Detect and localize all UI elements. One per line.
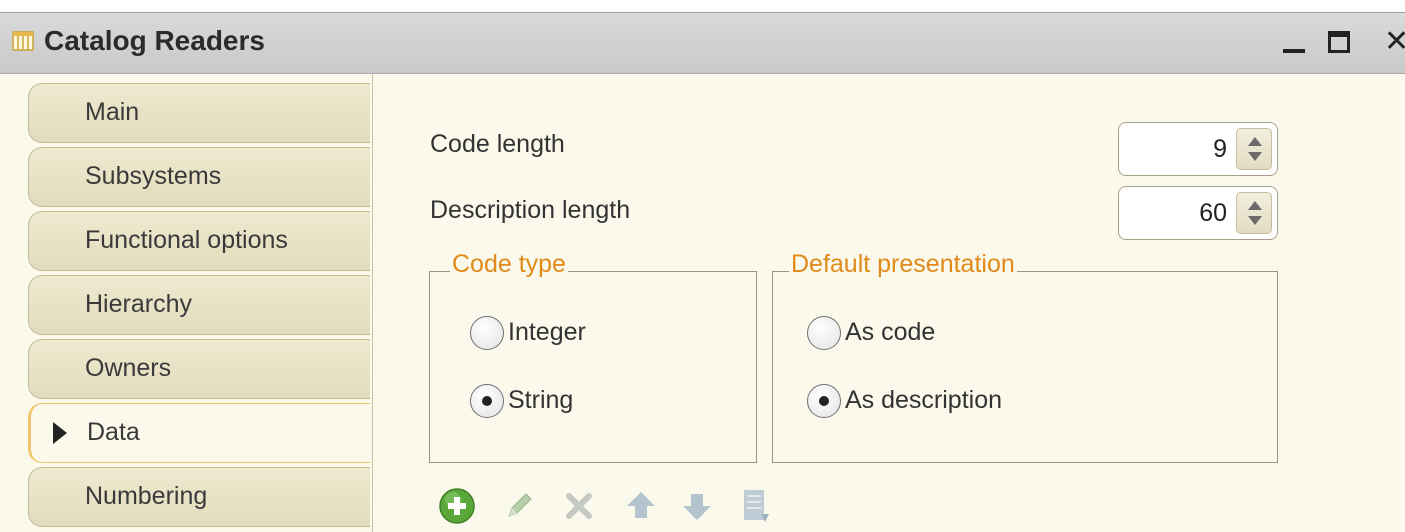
stepper-down-icon[interactable] xyxy=(1248,152,1262,161)
description-length-value: 60 xyxy=(1199,199,1227,227)
window-title: Catalog Readers xyxy=(44,25,265,56)
radio-label: As description xyxy=(845,386,1003,414)
description-length-label: Description length xyxy=(430,196,631,224)
window-content: Main Subsystems Functional options Hiera… xyxy=(0,74,1405,532)
tab-label: Subsystems xyxy=(85,162,222,190)
tab-functional-options[interactable]: Functional options xyxy=(28,211,370,271)
minimize-icon xyxy=(1283,49,1305,53)
radio-button[interactable] xyxy=(470,384,504,418)
tab-hierarchy[interactable]: Hierarchy xyxy=(28,275,370,335)
delete-icon[interactable] xyxy=(559,486,599,526)
radio-string[interactable]: String xyxy=(470,382,730,422)
edit-icon[interactable] xyxy=(499,486,539,526)
stepper-down-icon[interactable] xyxy=(1248,216,1262,225)
radio-button[interactable] xyxy=(807,384,841,418)
tab-label: Owners xyxy=(85,354,172,382)
radio-as-description[interactable]: As description xyxy=(807,382,1207,422)
radio-label: As code xyxy=(845,318,936,346)
minimize-button[interactable] xyxy=(1283,27,1307,57)
move-down-icon[interactable] xyxy=(677,486,717,526)
code-length-value: 9 xyxy=(1213,135,1227,163)
tab-numbering[interactable]: Numbering xyxy=(28,467,370,527)
partial-text-strip xyxy=(0,0,1405,12)
code-length-input[interactable]: 9 xyxy=(1118,122,1278,176)
tab-subsystems[interactable]: Subsystems xyxy=(28,147,370,207)
radio-as-code[interactable]: As code xyxy=(807,314,1207,354)
toolbar xyxy=(437,486,797,530)
tab-data[interactable]: Data xyxy=(28,403,370,463)
tab-label: Main xyxy=(85,98,140,126)
code-type-group: Code type Integer String xyxy=(429,250,757,463)
radio-integer[interactable]: Integer xyxy=(470,314,730,354)
tab-label: Data xyxy=(87,418,140,446)
default-presentation-title: Default presentation xyxy=(789,250,1017,279)
tab-main[interactable]: Main xyxy=(28,83,370,143)
description-length-input[interactable]: 60 xyxy=(1118,186,1278,240)
radio-button[interactable] xyxy=(470,316,504,350)
add-icon[interactable] xyxy=(437,486,477,526)
code-length-label: Code length xyxy=(430,130,565,158)
stepper-up-icon[interactable] xyxy=(1248,137,1262,146)
maximize-button[interactable] xyxy=(1328,31,1350,53)
code-length-stepper[interactable] xyxy=(1236,128,1272,170)
tab-label: Functional options xyxy=(85,226,288,254)
radio-label: Integer xyxy=(508,318,586,346)
radio-label: String xyxy=(508,386,574,414)
tab-list: Main Subsystems Functional options Hiera… xyxy=(0,74,373,532)
radio-button[interactable] xyxy=(807,316,841,350)
tab-owners[interactable]: Owners xyxy=(28,339,370,399)
default-presentation-group: Default presentation As code As descript… xyxy=(772,250,1278,463)
code-type-title: Code type xyxy=(450,250,568,279)
title-bar[interactable]: Catalog Readers ✕ xyxy=(0,13,1405,74)
catalog-icon xyxy=(12,31,34,51)
move-up-icon[interactable] xyxy=(621,486,661,526)
active-tab-arrow-icon xyxy=(53,422,67,444)
tab-label: Hierarchy xyxy=(85,290,192,318)
stepper-up-icon[interactable] xyxy=(1248,201,1262,210)
catalog-window: Catalog Readers ✕ Main Subsystems Functi… xyxy=(0,12,1405,532)
tab-label: Numbering xyxy=(85,482,208,510)
list-icon[interactable] xyxy=(735,486,775,526)
description-length-stepper[interactable] xyxy=(1236,192,1272,234)
close-button[interactable]: ✕ xyxy=(1384,27,1405,57)
